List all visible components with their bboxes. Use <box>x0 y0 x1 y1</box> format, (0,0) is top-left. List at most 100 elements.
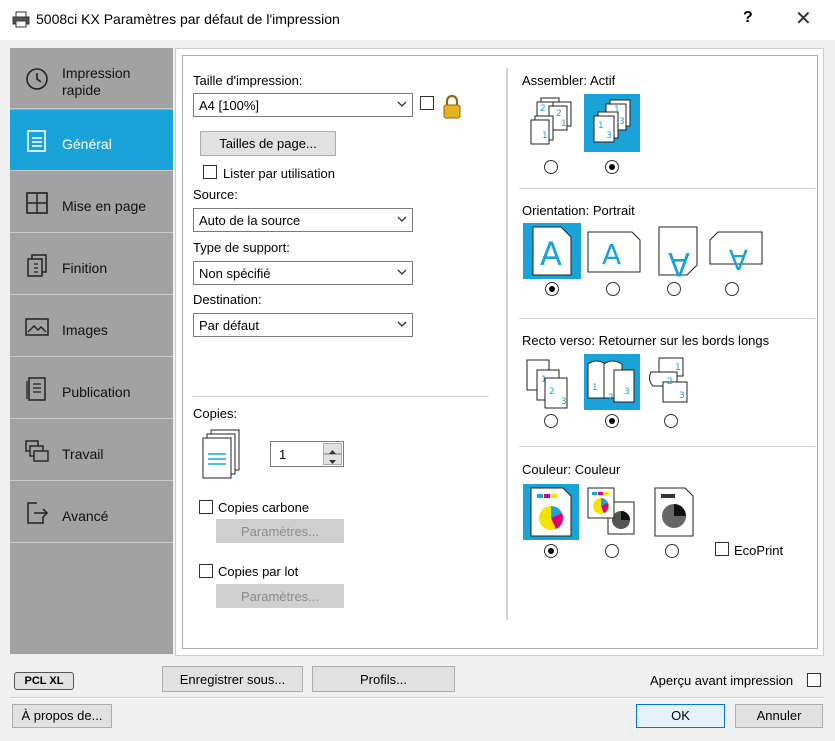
save-as-button[interactable]: Enregistrer sous... <box>162 666 303 692</box>
publication-icon <box>26 377 46 401</box>
lock-icon <box>443 94 461 119</box>
color-mode-icon <box>530 487 572 537</box>
print-size-select[interactable]: A4 [100%] <box>193 93 413 117</box>
color-value: Couleur <box>574 462 621 477</box>
duplex-option-long-edge[interactable]: 123 <box>584 354 640 410</box>
chevron-down-icon <box>397 216 407 222</box>
sidebar-item-advanced[interactable]: Avancé <box>10 482 173 543</box>
copies-decrement[interactable] <box>323 454 342 465</box>
svg-text:3: 3 <box>624 387 630 397</box>
sidebar-item-layout[interactable]: Mise en page <box>10 172 173 233</box>
sidebar-item-label: Impression rapide <box>62 65 131 98</box>
color-label: Couleur: <box>522 462 572 477</box>
destination-select[interactable]: Par défaut <box>193 313 413 337</box>
svg-text:1: 1 <box>541 375 547 385</box>
svg-text:1: 1 <box>561 119 567 129</box>
collate-value: Actif <box>589 73 616 88</box>
orientation-option-landscape[interactable]: A <box>586 226 644 276</box>
media-type-select[interactable]: Non spécifié <box>193 261 413 285</box>
color-option-color[interactable] <box>523 484 579 540</box>
collated-icon: 1313 <box>593 99 631 143</box>
portrait-icon: A <box>532 226 572 276</box>
orientation-option-portrait[interactable]: A <box>523 223 581 279</box>
duplex-label: Recto verso: <box>522 333 595 348</box>
collate-option-off[interactable]: 2211 <box>523 94 579 152</box>
svg-text:3: 3 <box>561 397 567 407</box>
collate-radio-off[interactable] <box>544 160 558 174</box>
list-by-use-checkbox[interactable] <box>203 165 217 179</box>
carbon-settings-button[interactable]: Paramètres... <box>216 519 344 543</box>
preview-checkbox[interactable] <box>807 673 821 687</box>
close-button[interactable]: ✕ <box>795 6 812 31</box>
duplex-radio-long-edge[interactable] <box>605 414 619 428</box>
general-panel-content: Taille d'impression: A4 [100%] Tailles d… <box>182 55 818 649</box>
svg-text:A: A <box>729 243 748 276</box>
orientation-radio-portrait[interactable] <box>545 282 559 296</box>
collate-option-on[interactable]: 1313 <box>584 94 640 152</box>
orientation-option-landscape-rotated[interactable]: A <box>708 226 766 276</box>
print-size-checkbox[interactable] <box>420 96 434 110</box>
copies-spinner[interactable]: 1 <box>270 441 344 467</box>
job-icon <box>25 440 49 462</box>
source-select[interactable]: Auto de la source <box>193 208 413 232</box>
footer-divider <box>10 697 824 699</box>
landscape-rotated-icon: A <box>709 231 763 276</box>
duplex-heading: Recto verso: Retourner sur les bords lon… <box>522 333 769 348</box>
orientation-option-portrait-rotated[interactable]: A <box>649 223 707 283</box>
duplex-long-edge-icon: 123 <box>587 360 635 403</box>
svg-text:2: 2 <box>549 387 555 397</box>
svg-text:1: 1 <box>598 121 604 131</box>
ecoprint-checkbox[interactable] <box>715 542 729 556</box>
image-icon <box>25 318 49 336</box>
sidebar-item-quick-print[interactable]: Impression rapide <box>10 48 173 109</box>
sidebar-item-job[interactable]: Travail <box>10 420 173 481</box>
batch-settings-button[interactable]: Paramètres... <box>216 584 344 608</box>
sidebar-item-general[interactable]: Général <box>10 110 173 171</box>
sidebar-item-label: Finition <box>62 260 108 276</box>
batch-copies-checkbox[interactable] <box>199 564 213 578</box>
color-option-mono[interactable] <box>645 484 701 540</box>
orientation-radio-landscape[interactable] <box>606 282 620 296</box>
pcl-xl-badge: PCL XL <box>14 672 74 690</box>
help-button[interactable]: ? <box>743 9 753 27</box>
svg-text:2: 2 <box>608 393 614 403</box>
sidebar-item-images[interactable]: Images <box>10 296 173 357</box>
svg-text:1: 1 <box>675 363 681 373</box>
sidebar-item-publication[interactable]: Publication <box>10 358 173 419</box>
copies-label: Copies: <box>193 406 238 421</box>
orientation-value: Portrait <box>592 203 635 218</box>
color-radio-mono[interactable] <box>665 544 679 558</box>
duplex-short-edge-icon: 123 <box>648 357 688 403</box>
sidebar-item-finishing[interactable]: Finition <box>10 234 173 295</box>
uncollated-icon: 2 211 <box>530 97 572 145</box>
duplex-option-off[interactable]: 123 <box>523 354 579 410</box>
sidebar: Impression rapide Général Mise en page Fi… <box>10 48 173 654</box>
preview-label: Aperçu avant impression <box>650 673 794 688</box>
ok-button[interactable]: OK <box>636 704 725 728</box>
color-option-dual[interactable] <box>584 484 640 540</box>
chevron-down-icon <box>397 321 407 327</box>
orientation-radio-portrait-rotated[interactable] <box>667 282 681 296</box>
duplex-radio-off[interactable] <box>544 414 558 428</box>
carbon-copies-checkbox[interactable] <box>199 500 213 514</box>
media-type-label: Type de support: <box>193 240 290 255</box>
arrow-down-icon <box>329 460 336 464</box>
collate-label: Assembler: <box>522 73 588 88</box>
chevron-down-icon <box>397 101 407 107</box>
orientation-label: Orientation: <box>522 203 590 218</box>
duplex-radio-short-edge[interactable] <box>664 414 678 428</box>
collate-radio-on[interactable] <box>605 160 619 174</box>
about-button[interactable]: À propos de... <box>12 704 112 728</box>
divider <box>519 318 815 320</box>
duplex-option-short-edge[interactable]: 123 <box>645 354 701 410</box>
dual-color-icon <box>587 487 635 535</box>
color-radio-dual[interactable] <box>605 544 619 558</box>
profiles-button[interactable]: Profils... <box>312 666 455 692</box>
cancel-button[interactable]: Annuler <box>735 704 823 728</box>
orientation-radio-landscape-rotated[interactable] <box>725 282 739 296</box>
page-sizes-button[interactable]: Tailles de page... <box>200 131 336 156</box>
batch-copies-label: Copies par lot <box>218 564 299 579</box>
color-heading: Couleur: Couleur <box>522 462 620 477</box>
copies-increment[interactable] <box>323 443 342 454</box>
color-radio-color[interactable] <box>544 544 558 558</box>
